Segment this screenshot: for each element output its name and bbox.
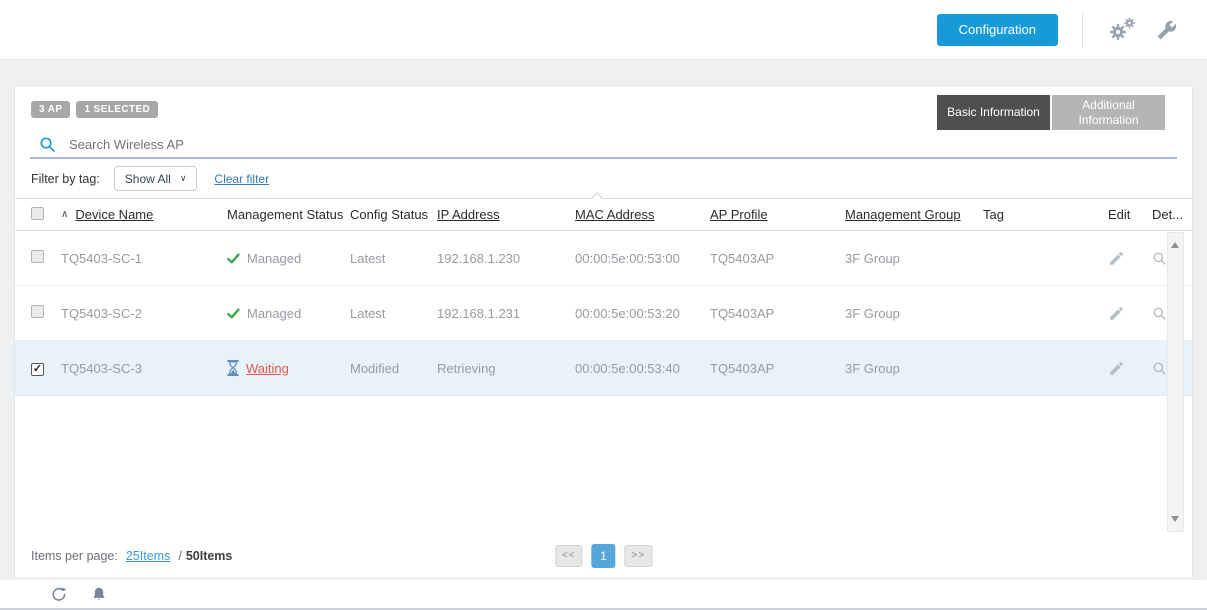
table-row: TQ5403-SC-1 Managed Latest 192.168.1.230… (15, 231, 1192, 286)
detail-magnifier-icon[interactable] (1152, 361, 1167, 376)
device-name: TQ5403-SC-2 (61, 306, 142, 321)
waiting-hourglass-icon (227, 360, 239, 376)
scroll-up-arrow[interactable] (1171, 242, 1179, 248)
select-all-checkbox[interactable] (31, 207, 44, 220)
badges: 3 AP 1 SELECTED (31, 101, 158, 118)
configuration-button[interactable]: Configuration (937, 14, 1058, 46)
info-tabs: Basic Information Additional Information (937, 95, 1165, 130)
edit-pencil-icon[interactable] (1108, 305, 1125, 322)
bell-icon[interactable] (91, 585, 107, 603)
table-footer: Items per page: 25Items / 50Items << 1 >… (15, 534, 1192, 577)
header-tag: Tag (983, 207, 1004, 222)
config-status: Modified (350, 361, 399, 376)
page-size-25-link[interactable]: 25Items (126, 549, 170, 563)
filter-row: Filter by tag: Show All ∨ Clear filter (15, 159, 1192, 198)
management-status: Managed (247, 251, 301, 266)
row-checkbox-checked[interactable]: ✓ (31, 363, 44, 376)
edit-pencil-icon[interactable] (1108, 360, 1125, 377)
config-status: Latest (350, 306, 385, 321)
header-edit: Edit (1108, 207, 1130, 222)
items-per-page-label: Items per page: (31, 549, 118, 563)
managed-check-icon (227, 252, 240, 265)
page-size-50-label: 50Items (186, 549, 233, 563)
mac-address: 00:00:5e:00:53:00 (575, 251, 680, 266)
tab-basic-information[interactable]: Basic Information (937, 95, 1050, 130)
ip-address: 192.168.1.230 (437, 251, 520, 266)
waiting-status-link[interactable]: Waiting (246, 361, 289, 376)
filter-by-tag-label: Filter by tag: (31, 172, 100, 186)
managed-check-icon (227, 307, 240, 320)
device-name: TQ5403-SC-1 (61, 251, 142, 266)
tag-filter-value: Show All (125, 172, 171, 186)
top-bar: Configuration (0, 0, 1207, 60)
mac-address: 00:00:5e:00:53:20 (575, 306, 680, 321)
bottom-bar (0, 580, 1207, 610)
detail-magnifier-icon[interactable] (1152, 251, 1167, 266)
chevron-down-icon: ∨ (180, 173, 187, 184)
ip-address: 192.168.1.231 (437, 306, 520, 321)
next-page-button[interactable]: >> (625, 545, 653, 567)
header-ip-address[interactable]: IP Address (437, 207, 500, 222)
management-status: Managed (247, 306, 301, 321)
tab-additional-information[interactable]: Additional Information (1052, 95, 1165, 130)
header-device-name[interactable]: Device Name (75, 207, 153, 222)
ip-address: Retrieving (437, 361, 496, 376)
search-icon (39, 136, 56, 153)
table-header-row: ∧ Device Name Management Status Config S… (15, 198, 1192, 231)
ap-profile: TQ5403AP (710, 361, 774, 376)
wireless-ap-panel: 3 AP 1 SELECTED Basic Information Additi… (14, 85, 1193, 577)
header-mac-address[interactable]: MAC Address (575, 207, 654, 222)
header-management-status: Management Status (227, 207, 343, 222)
pagination: << 1 >> (555, 544, 652, 568)
header-ap-profile[interactable]: AP Profile (710, 207, 768, 222)
topbar-divider (1082, 12, 1083, 48)
vertical-scrollbar[interactable] (1167, 232, 1184, 532)
current-page-button[interactable]: 1 (592, 544, 616, 568)
header-management-group[interactable]: Management Group (845, 207, 961, 222)
table-row-selected: ✓ TQ5403-SC-3 Waiting Modified Retrievin… (15, 341, 1192, 396)
table-row: TQ5403-SC-2 Managed Latest 192.168.1.231… (15, 286, 1192, 341)
row-checkbox[interactable] (31, 250, 44, 263)
ap-count-badge: 3 AP (31, 101, 70, 118)
search-bar (30, 132, 1177, 159)
tools-wrench-icon[interactable] (1157, 20, 1177, 40)
ap-profile: TQ5403AP (710, 306, 774, 321)
prev-page-button[interactable]: << (555, 545, 583, 567)
edit-pencil-icon[interactable] (1108, 250, 1125, 267)
search-input[interactable] (67, 136, 487, 153)
panel-header: 3 AP 1 SELECTED Basic Information Additi… (15, 86, 1192, 132)
management-group: 3F Group (845, 361, 900, 376)
tag-filter-dropdown[interactable]: Show All ∨ (114, 166, 198, 191)
scroll-down-arrow[interactable] (1171, 516, 1179, 522)
config-status: Latest (350, 251, 385, 266)
device-name: TQ5403-SC-3 (61, 361, 142, 376)
management-group: 3F Group (845, 251, 900, 266)
selected-count-badge: 1 SELECTED (76, 101, 158, 118)
management-group: 3F Group (845, 306, 900, 321)
mac-address: 00:00:5e:00:53:40 (575, 361, 680, 376)
page-size-separator: / (178, 549, 181, 563)
table-body: TQ5403-SC-1 Managed Latest 192.168.1.230… (15, 231, 1192, 534)
header-config-status: Config Status (350, 207, 428, 222)
row-checkbox[interactable] (31, 305, 44, 318)
clear-filter-link[interactable]: Clear filter (214, 172, 269, 186)
detail-magnifier-icon[interactable] (1152, 306, 1167, 321)
sort-ascending-icon: ∧ (61, 209, 68, 220)
header-detail: Det... (1152, 207, 1183, 222)
ap-profile: TQ5403AP (710, 251, 774, 266)
settings-gears-icon[interactable] (1107, 16, 1137, 43)
refresh-icon[interactable] (50, 585, 68, 603)
